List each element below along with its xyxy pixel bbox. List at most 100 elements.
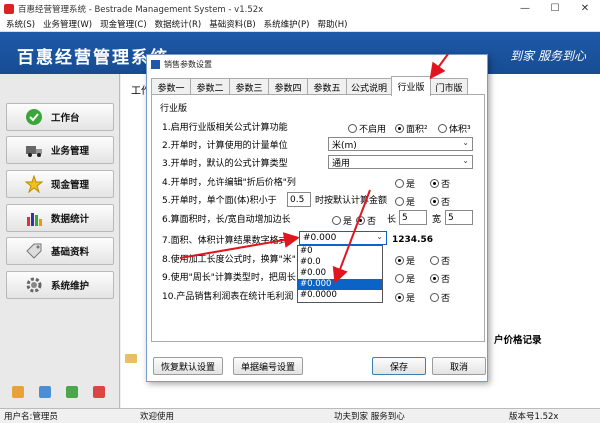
radio-label: 面积² xyxy=(406,125,428,135)
number-format-dropdown-list: #0 #0.0 #0.00 #0.000 #0.0000 xyxy=(297,245,383,303)
radio-no[interactable]: 否 xyxy=(430,177,450,190)
sales-settings-dialog: 销售参数设置 参数一 参数二 参数三 参数四 参数五 公式说明 行业版 门市版 … xyxy=(146,54,488,382)
close-button[interactable]: ✕ xyxy=(570,0,600,17)
row-suffix: 时按默认计算金额 xyxy=(315,192,387,207)
dropdown-option[interactable]: #0 xyxy=(298,246,382,257)
radio-volume[interactable]: 体积³ xyxy=(438,122,471,135)
setting-row-1: 1.启用行业版相关公式计算功能 xyxy=(162,119,288,134)
radio-label: 否 xyxy=(441,180,451,190)
group-label: 行业版 xyxy=(160,104,188,114)
preview-value: 1234.56 xyxy=(392,234,433,245)
menu-maintenance[interactable]: 系统维护(P) xyxy=(260,18,314,30)
formula-type-select[interactable]: 通用 ⌄ xyxy=(328,155,473,169)
lock-icon[interactable] xyxy=(12,386,24,398)
sidebar-item-business[interactable]: 业务管理 xyxy=(6,136,114,164)
cancel-button[interactable]: 取消 xyxy=(432,357,486,375)
dropdown-option-selected[interactable]: #0.000 xyxy=(298,279,382,290)
sidebar-item-stats[interactable]: 数据统计 xyxy=(6,204,114,232)
dropdown-option[interactable]: #0.0000 xyxy=(298,290,382,301)
radio-yes[interactable]: 是 xyxy=(395,272,415,285)
sidebar-item-maintenance[interactable]: 系统维护 xyxy=(6,271,114,299)
menu-help[interactable]: 帮助(H) xyxy=(313,18,351,30)
width-input[interactable]: 5 xyxy=(445,210,473,225)
chevron-down-icon: ⌄ xyxy=(462,156,469,165)
dialog-titlebar: 销售参数设置 xyxy=(147,55,487,73)
radio-disable[interactable]: 不启用 xyxy=(348,122,386,135)
status-bar: 用户名:管理员 欢迎使用 功夫到家 服务到心 版本号1.52x xyxy=(0,408,600,423)
dropdown-option[interactable]: #0.00 xyxy=(298,268,382,279)
setting-row-5: 5.开单时，单个面(体)积小于 xyxy=(162,192,277,207)
select-value: 通用 xyxy=(332,158,351,169)
sidebar-item-basic-data[interactable]: 基础资料 xyxy=(6,237,114,265)
min-area-input[interactable]: 0.5 xyxy=(287,192,311,207)
radio-area[interactable]: 面积² xyxy=(395,122,428,135)
row-label: 1.启用行业版相关公式计算功能 xyxy=(162,123,288,133)
setting-row-8: 8.使用加工长度公式时，换算"米" xyxy=(162,251,296,266)
radio-no[interactable]: 否 xyxy=(430,291,450,304)
sidebar-quick-icons xyxy=(12,386,105,398)
dropdown-option[interactable]: #0.0 xyxy=(298,257,382,268)
select-value: #0.000 xyxy=(303,233,337,243)
menu-basic-data[interactable]: 基础资料(B) xyxy=(205,18,259,30)
radio-label: 是 xyxy=(406,294,416,304)
number-format-select[interactable]: #0.000 ⌄ xyxy=(299,231,387,245)
radio-no[interactable]: 否 xyxy=(430,195,450,208)
menu-cash[interactable]: 现金管理(C) xyxy=(96,18,151,30)
setting-row-6: 6.算面积时，长/宽自动增加边长 xyxy=(162,211,291,226)
sidebar-item-workbench[interactable]: 工作台 xyxy=(6,103,114,131)
radio-label: 是 xyxy=(406,180,416,190)
row-label: 5.开单时，单个面(体)积小于 xyxy=(162,196,277,206)
menu-system[interactable]: 系统(S) xyxy=(2,18,39,30)
width-label: 宽 xyxy=(432,211,441,226)
radio-yes[interactable]: 是 xyxy=(395,254,415,267)
banner-slogan: 到家 服务到心 xyxy=(510,49,586,63)
menu-business[interactable]: 业务管理(W) xyxy=(39,18,96,30)
radio-label: 否 xyxy=(441,275,451,285)
minimize-button[interactable]: — xyxy=(510,0,540,17)
star-icon xyxy=(25,175,43,193)
sidebar-item-label: 基础资料 xyxy=(51,247,90,258)
save-button[interactable]: 保存 xyxy=(372,357,426,375)
row-label: 10.产品销售利润表在统计毛利润 xyxy=(162,292,294,302)
exit-icon[interactable] xyxy=(93,386,105,398)
numbering-settings-button[interactable]: 单据编号设置 xyxy=(233,357,303,375)
row-label: 8.使用加工长度公式时，换算"米" xyxy=(162,255,296,265)
help-icon[interactable] xyxy=(39,386,51,398)
sidebar-item-label: 工作台 xyxy=(51,113,80,124)
setting-row-9: 9.使用"周长"计算类型时，把周长 xyxy=(162,269,296,284)
length-input[interactable]: 5 xyxy=(399,210,427,225)
radio-label: 体积³ xyxy=(449,125,471,135)
dialog-tabs: 参数一 参数二 参数三 参数四 参数五 公式说明 行业版 门市版 xyxy=(151,76,468,96)
unit-select[interactable]: 米(m) ⌄ xyxy=(328,137,473,151)
dialog-title: 销售参数设置 xyxy=(164,59,212,69)
radio-no[interactable]: 否 xyxy=(430,272,450,285)
tab-industry[interactable]: 行业版 xyxy=(391,76,431,96)
row-label: 9.使用"周长"计算类型时，把周长 xyxy=(162,273,296,283)
radio-label: 否 xyxy=(441,198,451,208)
refresh-icon[interactable] xyxy=(66,386,78,398)
radio-yes[interactable]: 是 xyxy=(395,195,415,208)
price-record-title: 户价格记录 xyxy=(494,335,542,346)
app-icon xyxy=(4,3,14,14)
setting-row-7: 7.面积、体积计算结果数字格式 xyxy=(162,232,288,247)
radio-label: 是 xyxy=(406,275,416,285)
gear-icon xyxy=(25,276,43,294)
radio-label: 不启用 xyxy=(359,125,387,135)
menu-stats[interactable]: 数据统计(R) xyxy=(151,18,206,30)
radio-yes[interactable]: 是 xyxy=(395,177,415,190)
window-titlebar: 百惠经营管理系统 - Bestrade Management System - … xyxy=(0,0,600,17)
reset-defaults-button[interactable]: 恢复默认设置 xyxy=(153,357,223,375)
sidebar-item-label: 现金管理 xyxy=(51,180,90,191)
status-welcome: 欢迎使用 xyxy=(140,412,175,422)
radio-no[interactable]: 否 xyxy=(430,254,450,267)
sidebar-item-cash[interactable]: 现金管理 xyxy=(6,170,114,198)
radio-label: 是 xyxy=(406,257,416,267)
radio-no[interactable]: 否 xyxy=(356,214,376,227)
radio-yes[interactable]: 是 xyxy=(332,214,352,227)
tag-icon xyxy=(25,242,43,260)
format-preview: 1234.56 xyxy=(392,232,433,247)
window-title: 百惠经营管理系统 - Bestrade Management System - … xyxy=(18,4,264,15)
radio-label: 否 xyxy=(367,217,377,227)
radio-yes[interactable]: 是 xyxy=(395,291,415,304)
maximize-button[interactable]: ☐ xyxy=(540,0,570,17)
